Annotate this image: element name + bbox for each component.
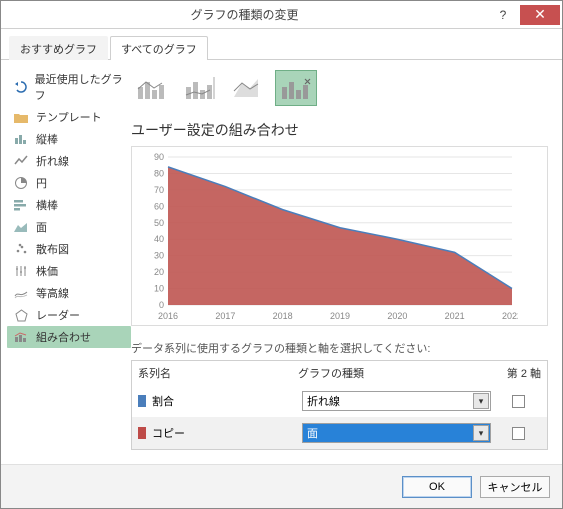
sidebar-item-radar[interactable]: レーダー: [7, 304, 131, 326]
series-type-select-1[interactable]: 面▾: [302, 423, 491, 443]
sidebar-item-combo[interactable]: 組み合わせ: [7, 326, 131, 348]
svg-text:2017: 2017: [215, 311, 235, 321]
radar-chart-icon: [13, 308, 29, 322]
dialog-body: 最近使用したグラフ テンプレート 縦棒 折れ線 円 横棒 面 散布図 株価 等高…: [1, 60, 562, 464]
section-title: ユーザー設定の組み合わせ: [131, 120, 548, 140]
sidebar-item-stock[interactable]: 株価: [7, 260, 131, 282]
dialog-title: グラフの種類の変更: [1, 6, 488, 23]
series-axis2-checkbox-0[interactable]: [512, 395, 525, 408]
series-instruction: データ系列に使用するグラフの種類と軸を選択してください:: [131, 340, 548, 356]
header-name: 系列名: [138, 365, 298, 381]
sidebar-item-bar[interactable]: 横棒: [7, 194, 131, 216]
chart-canvas: 0 10 20 30 40 50 60 70 80 90 2016 2017 2018 2019 2020 2…: [138, 153, 518, 323]
series-name-1: コピー: [152, 425, 185, 441]
column-chart-icon: [13, 132, 29, 146]
svg-text:30: 30: [154, 251, 164, 261]
series-swatch-0: [138, 395, 146, 407]
folder-icon: [13, 110, 29, 124]
main-panel: ユーザー設定の組み合わせ 0 10 20 30 40 50 60 70 80 90 2016 2017…: [131, 60, 562, 464]
sidebar-item-line[interactable]: 折れ線: [7, 150, 131, 172]
titlebar: グラフの種類の変更 ? ✕: [1, 1, 562, 29]
tab-all[interactable]: すべてのグラフ: [110, 36, 208, 60]
ok-button[interactable]: OK: [402, 476, 472, 498]
svg-text:80: 80: [154, 168, 164, 178]
cancel-button[interactable]: キャンセル: [480, 476, 550, 498]
sidebar-item-pie[interactable]: 円: [7, 172, 131, 194]
series-row-0: 割合 折れ線▾: [132, 385, 547, 417]
stock-chart-icon: [13, 264, 29, 278]
sidebar-item-scatter[interactable]: 散布図: [7, 238, 131, 260]
area-chart-icon: [13, 220, 29, 234]
sidebar-item-area[interactable]: 面: [7, 216, 131, 238]
series-axis2-checkbox-1[interactable]: [512, 427, 525, 440]
dialog-window: グラフの種類の変更 ? ✕ おすすめグラフ すべてのグラフ 最近使用したグラフ …: [0, 0, 563, 509]
svg-text:2020: 2020: [387, 311, 407, 321]
chevron-down-icon: ▾: [473, 393, 489, 409]
svg-text:2018: 2018: [273, 311, 293, 321]
header-axis2: 第 2 軸: [495, 365, 541, 381]
help-button[interactable]: ?: [488, 5, 518, 25]
svg-text:2016: 2016: [158, 311, 178, 321]
pie-chart-icon: [13, 176, 29, 190]
sidebar-item-template[interactable]: テンプレート: [7, 106, 131, 128]
combo-subtype-4[interactable]: [275, 70, 317, 106]
chevron-down-icon: ▾: [473, 425, 489, 441]
series-name-0: 割合: [152, 393, 174, 409]
svg-text:50: 50: [154, 218, 164, 228]
close-button[interactable]: ✕: [520, 5, 560, 25]
svg-text:2019: 2019: [330, 311, 350, 321]
scatter-chart-icon: [13, 242, 29, 256]
series-header: 系列名 グラフの種類 第 2 軸: [132, 361, 547, 385]
svg-text:10: 10: [154, 284, 164, 294]
combo-subtype-2[interactable]: [179, 70, 221, 106]
svg-text:20: 20: [154, 267, 164, 277]
chart-preview: 0 10 20 30 40 50 60 70 80 90 2016 2017 2018 2019 2020 2…: [131, 146, 548, 326]
sidebar-item-column[interactable]: 縦棒: [7, 128, 131, 150]
series-swatch-1: [138, 427, 146, 439]
undo-icon: [13, 80, 28, 94]
svg-text:2022: 2022: [502, 311, 518, 321]
series-row-1: コピー 面▾: [132, 417, 547, 449]
combo-subtype-1[interactable]: [131, 70, 173, 106]
svg-text:2021: 2021: [445, 311, 465, 321]
dialog-footer: OK キャンセル: [1, 464, 562, 508]
svg-text:60: 60: [154, 201, 164, 211]
svg-text:0: 0: [159, 300, 164, 310]
combo-subtype-3[interactable]: [227, 70, 269, 106]
series-table: 系列名 グラフの種類 第 2 軸 割合 折れ線▾ コピー 面▾: [131, 360, 548, 450]
tab-strip: おすすめグラフ すべてのグラフ: [1, 29, 562, 60]
series-type-select-0[interactable]: 折れ線▾: [302, 391, 491, 411]
header-type: グラフの種類: [298, 365, 495, 381]
svg-text:40: 40: [154, 234, 164, 244]
sidebar-item-recent[interactable]: 最近使用したグラフ: [7, 68, 131, 106]
combo-subtype-row: [131, 70, 548, 106]
bar-chart-icon: [13, 198, 29, 212]
chart-type-sidebar: 最近使用したグラフ テンプレート 縦棒 折れ線 円 横棒 面 散布図 株価 等高…: [1, 60, 131, 464]
tab-recommended[interactable]: おすすめグラフ: [9, 36, 108, 60]
sidebar-item-surface[interactable]: 等高線: [7, 282, 131, 304]
svg-text:90: 90: [154, 153, 164, 162]
combo-chart-icon: [13, 330, 29, 344]
svg-text:70: 70: [154, 185, 164, 195]
surface-chart-icon: [13, 286, 29, 300]
line-chart-icon: [13, 154, 29, 168]
